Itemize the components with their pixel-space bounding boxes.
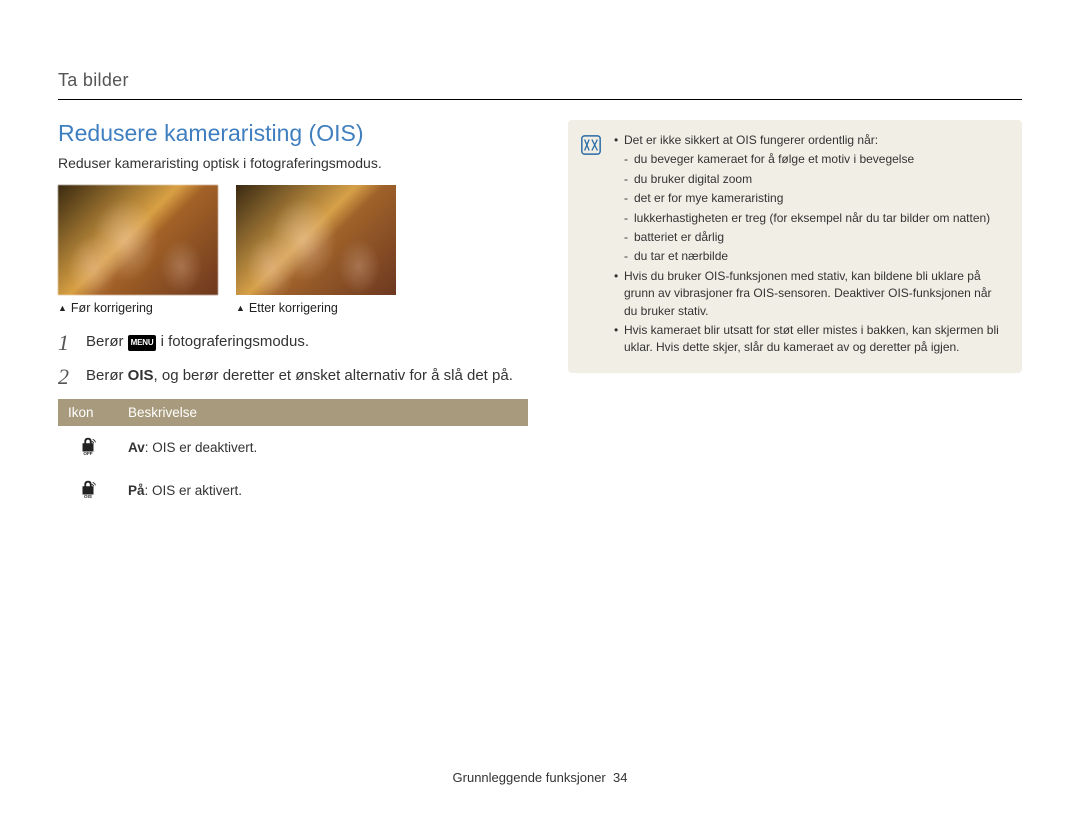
note-item: Hvis du bruker OIS-funksjonen med stativ…: [614, 268, 1008, 320]
svg-text:OFF: OFF: [83, 452, 92, 457]
after-figure: ▲Etter korrigering: [236, 185, 396, 315]
svg-text:OIS: OIS: [84, 495, 92, 500]
description-table: Ikon Beskrivelse OFF: [58, 399, 528, 512]
note-item: Det er ikke sikkert at OIS fungerer orde…: [614, 132, 1008, 266]
step-number: 2: [58, 365, 74, 389]
note-item: Hvis kameraet blir utsatt for støt eller…: [614, 322, 1008, 357]
after-caption: ▲Etter korrigering: [236, 301, 396, 315]
before-photo: [58, 185, 218, 295]
menu-icon: MENU: [128, 335, 157, 351]
step-text: Berør MENU i fotograferingsmodus.: [86, 331, 309, 355]
ois-off-icon: OFF: [77, 435, 99, 457]
note-subitem: det er for mye kameraristing: [624, 190, 1008, 207]
note-subitem: du tar et nærbilde: [624, 248, 1008, 265]
step-1: 1 Berør MENU i fotograferingsmodus.: [58, 331, 528, 355]
note-subitem: du beveger kameraet for å følge et motiv…: [624, 151, 1008, 168]
divider: [58, 99, 1022, 100]
step-text: Berør OIS, og berør deretter et ønsket a…: [86, 365, 513, 389]
before-caption: ▲Før korrigering: [58, 301, 218, 315]
table-header-beskrivelse: Beskrivelse: [118, 399, 528, 426]
ois-on-icon: OIS: [77, 478, 99, 500]
note-subitem: batteriet er dårlig: [624, 229, 1008, 246]
before-figure: ▲Før korrigering: [58, 185, 218, 315]
step-number: 1: [58, 331, 74, 355]
page-title: Redusere kameraristing (OIS): [58, 120, 528, 147]
note-icon: [580, 134, 602, 156]
subtitle: Reduser kameraristing optisk i fotografe…: [58, 155, 528, 171]
step-2: 2 Berør OIS, og berør deretter et ønsket…: [58, 365, 528, 389]
footer: Grunnleggende funksjoner 34: [0, 770, 1080, 785]
note-subitem: lukkerhastigheten er treg (for eksempel …: [624, 210, 1008, 227]
note-list: Det er ikke sikkert at OIS fungerer orde…: [614, 132, 1008, 359]
table-row: OIS På: OIS er aktivert.: [58, 469, 528, 512]
after-photo: [236, 185, 396, 295]
table-header-ikon: Ikon: [58, 399, 118, 426]
table-cell: Av: OIS er deaktivert.: [118, 426, 528, 469]
note-subitem: du bruker digital zoom: [624, 171, 1008, 188]
note-box: Det er ikke sikkert at OIS fungerer orde…: [568, 120, 1022, 373]
breadcrumb: Ta bilder: [58, 70, 1022, 91]
table-row: OFF Av: OIS er deaktivert.: [58, 426, 528, 469]
table-cell: På: OIS er aktivert.: [118, 469, 528, 512]
